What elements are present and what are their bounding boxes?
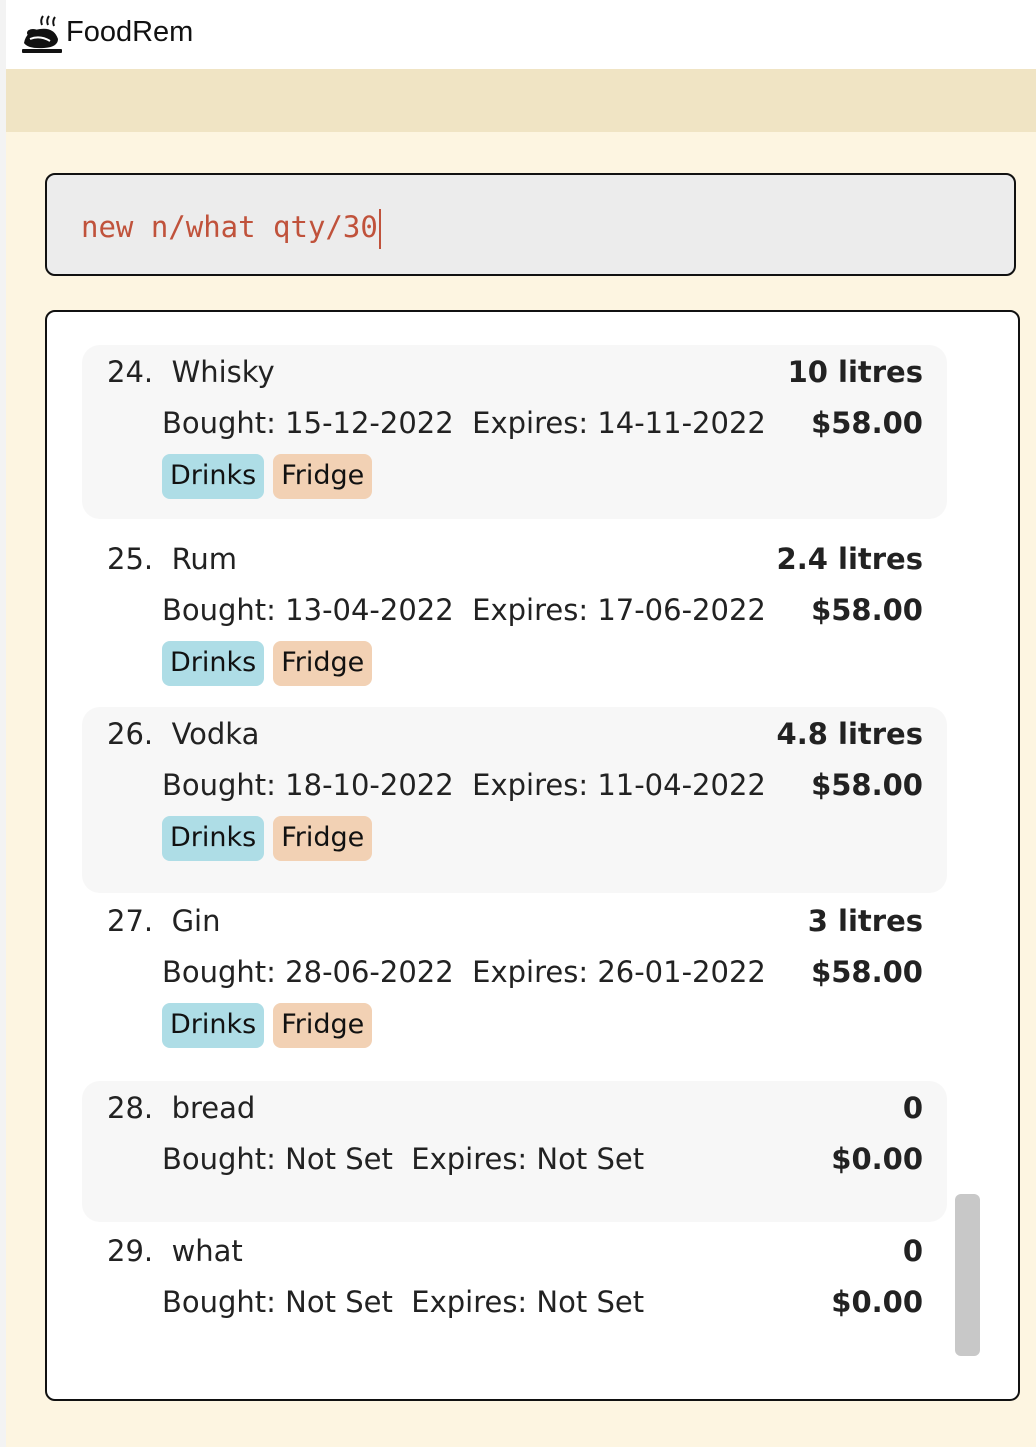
tag-list: Drinks Fridge bbox=[162, 641, 373, 686]
expiry-date: Expires: 26-01-2022 bbox=[472, 955, 766, 989]
bought-date: Bought: Not Set bbox=[162, 1285, 393, 1319]
expiry-date: Expires: 11-04-2022 bbox=[472, 768, 766, 802]
bought-date: Bought: 15-12-2022 bbox=[162, 406, 454, 440]
tag-fridge: Fridge bbox=[273, 641, 373, 686]
item-dates: Bought: 28-06-2022 Expires: 26-01-2022 bbox=[162, 955, 766, 989]
item-price: $58.00 bbox=[811, 593, 923, 627]
scrollbar-thumb[interactable] bbox=[955, 1194, 980, 1356]
item-quantity: 2.4 litres bbox=[776, 542, 923, 576]
list-item[interactable]: 27. Gin 3 litres Bought: 28-06-2022 Expire… bbox=[82, 894, 947, 1068]
item-name-text: Vodka bbox=[171, 717, 260, 751]
item-index: 24. bbox=[107, 355, 154, 389]
tag-drinks: Drinks bbox=[162, 816, 265, 861]
item-dates: Bought: Not Set Expires: Not Set bbox=[162, 1142, 644, 1176]
expiry-date: Expires: Not Set bbox=[411, 1142, 645, 1176]
list-item[interactable]: 26. Vodka 4.8 litres Bought: 18-10-2022 Ex… bbox=[82, 707, 947, 893]
tag-drinks: Drinks bbox=[162, 641, 265, 686]
item-name-text: Whisky bbox=[171, 355, 275, 389]
tag-fridge: Fridge bbox=[273, 816, 373, 861]
item-price: $58.00 bbox=[811, 955, 923, 989]
item-price: $58.00 bbox=[811, 768, 923, 802]
item-name-text: Rum bbox=[171, 542, 238, 576]
command-input[interactable]: new n/what qty/30 bbox=[81, 205, 981, 249]
expiry-date: Expires: 14-11-2022 bbox=[472, 406, 766, 440]
item-dates: Bought: 15-12-2022 Expires: 14-11-2022 bbox=[162, 406, 766, 440]
expiry-date: Expires: 17-06-2022 bbox=[472, 593, 766, 627]
title-bar: FoodRem bbox=[6, 0, 1036, 69]
bought-date: Bought: Not Set bbox=[162, 1142, 393, 1176]
item-quantity: 0 bbox=[902, 1234, 923, 1268]
item-price: $58.00 bbox=[811, 406, 923, 440]
tag-list: Drinks Fridge bbox=[162, 816, 373, 861]
expiry-date: Expires: Not Set bbox=[411, 1285, 645, 1319]
item-name-text: bread bbox=[171, 1091, 256, 1125]
item-name: 28. bread bbox=[107, 1091, 255, 1125]
item-quantity: 4.8 litres bbox=[776, 717, 923, 751]
item-name: 27. Gin bbox=[107, 904, 220, 938]
item-name-text: what bbox=[171, 1234, 243, 1268]
item-price: $0.00 bbox=[831, 1142, 923, 1176]
list-item[interactable]: 25. Rum 2.4 litres Bought: 13-04-2022 Expi… bbox=[82, 532, 947, 706]
item-quantity: 3 litres bbox=[807, 904, 923, 938]
item-name: 26. Vodka bbox=[107, 717, 259, 751]
list-item[interactable]: 29. what 0 Bought: Not Set Expires: Not Se… bbox=[82, 1224, 947, 1374]
item-quantity: 0 bbox=[902, 1091, 923, 1125]
item-index: 27. bbox=[107, 904, 154, 938]
item-dates: Bought: 13-04-2022 Expires: 17-06-2022 bbox=[162, 593, 766, 627]
tag-fridge: Fridge bbox=[273, 454, 373, 499]
item-name: 25. Rum bbox=[107, 542, 237, 576]
item-index: 29. bbox=[107, 1234, 154, 1268]
item-name: 24. Whisky bbox=[107, 355, 275, 389]
item-index: 25. bbox=[107, 542, 154, 576]
command-text: new n/what qty/30 bbox=[81, 210, 378, 244]
tag-fridge: Fridge bbox=[273, 1003, 373, 1048]
tag-list: Drinks Fridge bbox=[162, 1003, 373, 1048]
bought-date: Bought: 28-06-2022 bbox=[162, 955, 454, 989]
roast-chicken-icon bbox=[20, 11, 66, 57]
item-name-text: Gin bbox=[171, 904, 221, 938]
list-item[interactable]: 28. bread 0 Bought: Not Set Expires: Not S… bbox=[82, 1081, 947, 1222]
bought-date: Bought: 18-10-2022 bbox=[162, 768, 454, 802]
item-price: $0.00 bbox=[831, 1285, 923, 1319]
window-title: FoodRem bbox=[66, 16, 194, 48]
bought-date: Bought: 13-04-2022 bbox=[162, 593, 454, 627]
item-index: 28. bbox=[107, 1091, 154, 1125]
text-caret bbox=[378, 209, 381, 249]
item-list-panel[interactable]: 24. Whisky 10 litres Bought: 15-12-2022 Ex… bbox=[45, 310, 1020, 1401]
item-dates: Bought: 18-10-2022 Expires: 11-04-2022 bbox=[162, 768, 766, 802]
tag-drinks: Drinks bbox=[162, 1003, 265, 1048]
item-quantity: 10 litres bbox=[787, 355, 923, 389]
tag-drinks: Drinks bbox=[162, 454, 265, 499]
item-index: 26. bbox=[107, 717, 154, 751]
command-box[interactable]: new n/what qty/30 bbox=[45, 173, 1016, 276]
menu-bar bbox=[6, 69, 1036, 132]
list-item[interactable]: 24. Whisky 10 litres Bought: 15-12-2022 Ex… bbox=[82, 345, 947, 519]
item-dates: Bought: Not Set Expires: Not Set bbox=[162, 1285, 644, 1319]
tag-list: Drinks Fridge bbox=[162, 454, 373, 499]
item-name: 29. what bbox=[107, 1234, 243, 1268]
